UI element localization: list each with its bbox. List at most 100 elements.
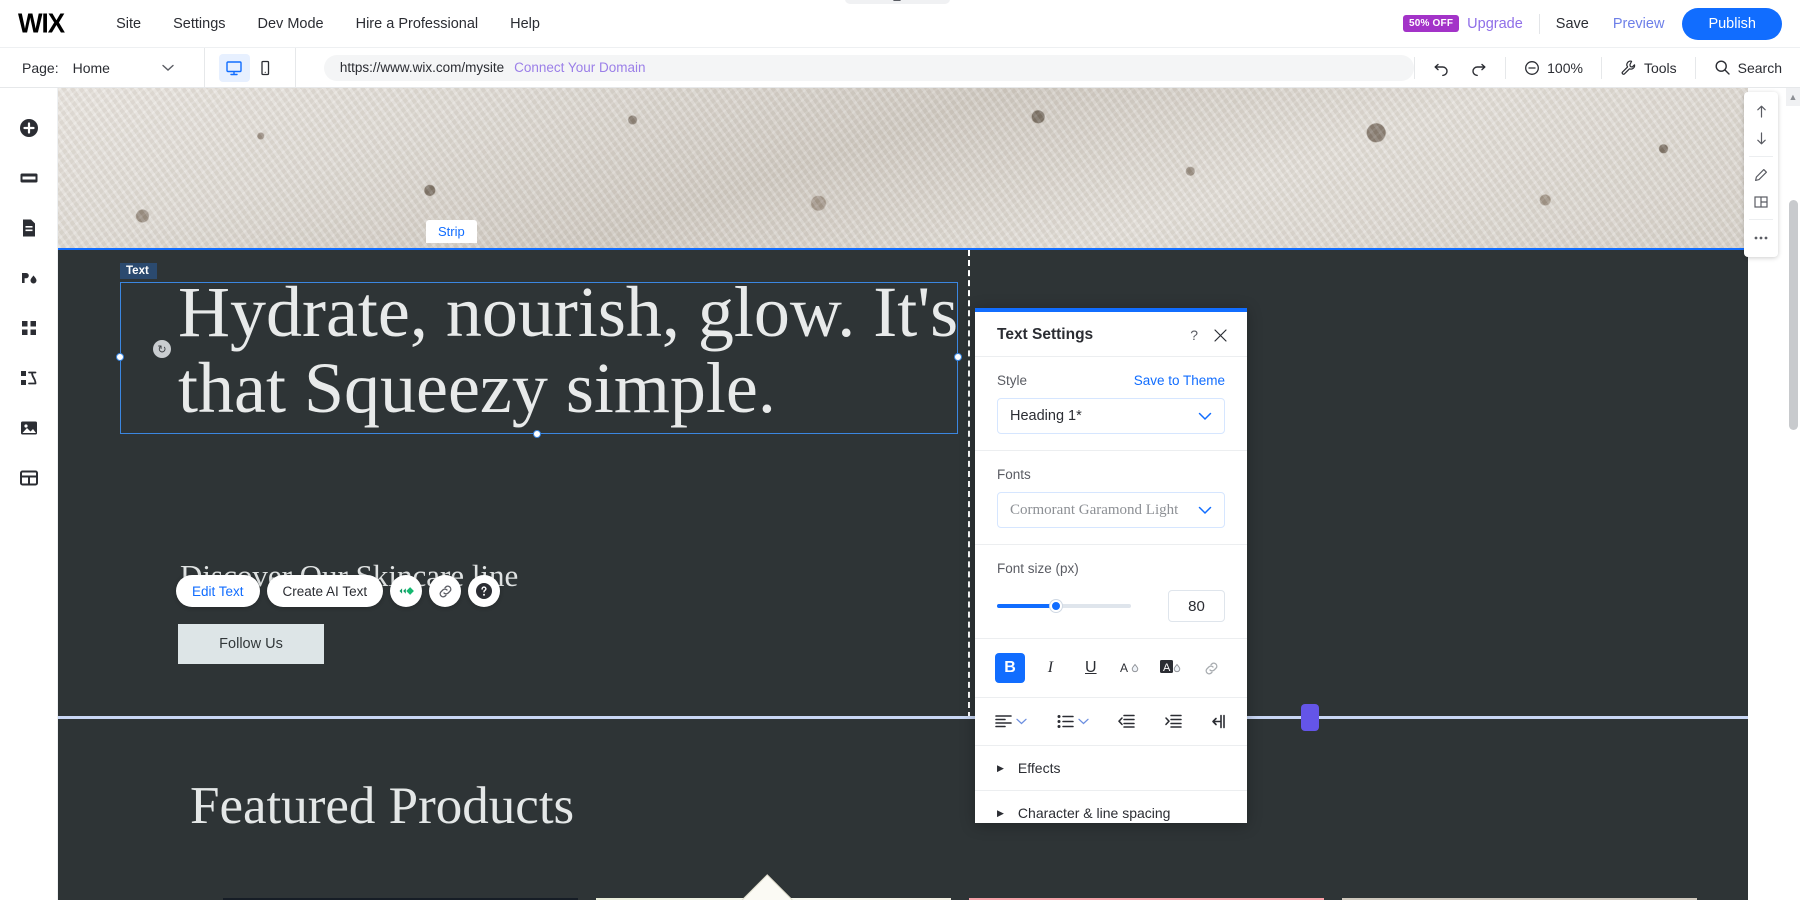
link-button[interactable] <box>429 575 461 607</box>
spacing-accordion[interactable]: ▶ Character & line spacing <box>975 791 1247 823</box>
left-sidebar <box>0 88 58 900</box>
mobile-view-button[interactable] <box>250 54 281 82</box>
search-icon <box>1714 59 1731 76</box>
tools-label: Tools <box>1644 60 1677 76</box>
decrease-indent-button[interactable] <box>1118 714 1135 729</box>
chevron-down-icon[interactable] <box>162 64 174 72</box>
save-button[interactable]: Save <box>1556 16 1589 32</box>
create-ai-text-button[interactable]: Create AI Text <box>267 575 384 607</box>
hero-background-image[interactable] <box>58 88 1748 248</box>
add-link-button[interactable] <box>1197 653 1227 683</box>
sidebar-item-media[interactable] <box>7 406 51 450</box>
style-section: Style Save to Theme Heading 1* <box>975 357 1247 451</box>
increase-indent-button[interactable] <box>1165 714 1182 729</box>
plus-circle-icon <box>17 116 41 140</box>
bold-button[interactable]: B <box>995 653 1025 683</box>
resize-handle-right[interactable] <box>954 353 962 361</box>
redo-button[interactable] <box>1451 48 1505 88</box>
editor-toolbar-right: 100% Tools Search <box>1414 48 1800 88</box>
panel-header: Text Settings ? <box>975 312 1247 357</box>
search-label: Search <box>1738 60 1782 76</box>
follow-us-button[interactable]: Follow Us <box>178 624 324 664</box>
text-color-button[interactable]: A <box>1116 653 1146 683</box>
text-align-button[interactable] <box>995 714 1027 729</box>
site-url-bar[interactable]: https://www.wix.com/mysite Connect Your … <box>324 55 1414 81</box>
canvas-scrollbar[interactable] <box>1789 200 1798 430</box>
font-family-select[interactable]: Cormorant Garamond Light <box>997 492 1225 528</box>
sidebar-item-pages[interactable] <box>7 206 51 250</box>
list-style-button[interactable] <box>1057 714 1089 729</box>
sidebar-item-app-market[interactable] <box>7 306 51 350</box>
menu-item-help[interactable]: Help <box>494 0 556 48</box>
sidebar-item-content-manager[interactable] <box>7 456 51 500</box>
spacing-label: Character & line spacing <box>1018 805 1171 821</box>
menu-item-settings[interactable]: Settings <box>157 0 241 48</box>
strip-resize-handle[interactable] <box>1301 704 1319 731</box>
edit-text-button[interactable]: Edit Text <box>176 575 260 607</box>
effects-accordion[interactable]: ▶ Effects <box>975 746 1247 791</box>
slider-knob[interactable] <box>1050 600 1062 612</box>
menu-item-dev-mode[interactable]: Dev Mode <box>242 0 340 48</box>
font-size-slider[interactable] <box>997 604 1131 608</box>
paint-drop-icon <box>17 266 41 290</box>
font-size-section: Font size (px) 80 <box>975 545 1247 639</box>
editor-canvas[interactable]: Strip ↻ Hydrate, nourish, glow. It's tha… <box>58 88 1800 900</box>
table-icon <box>17 466 41 490</box>
scroll-up-cap[interactable]: ▲ <box>1786 88 1800 106</box>
help-button[interactable] <box>468 575 500 607</box>
section-more-button[interactable] <box>1744 224 1778 251</box>
page-icon <box>17 216 41 240</box>
desktop-view-button[interactable] <box>219 54 250 82</box>
menu-item-site[interactable]: Site <box>100 0 157 48</box>
search-button[interactable]: Search <box>1696 48 1800 88</box>
bullet-list-icon <box>1057 714 1074 729</box>
stage-side-toolbar <box>1744 92 1778 257</box>
chevron-down-icon <box>1198 506 1212 515</box>
menu-item-hire-a-professional[interactable]: Hire a Professional <box>340 0 495 48</box>
font-size-input[interactable]: 80 <box>1168 590 1225 622</box>
sidebar-item-add-elements[interactable] <box>7 106 51 150</box>
top-bar-actions: 50% OFF Upgrade Save Preview Publish <box>1403 8 1800 40</box>
sidebar-item-add-section[interactable] <box>7 156 51 200</box>
featured-products-title: Featured Products <box>190 776 574 836</box>
upgrade-link[interactable]: Upgrade <box>1467 16 1523 32</box>
tools-button[interactable]: Tools <box>1602 48 1695 88</box>
grid-apps-icon <box>17 316 41 340</box>
animation-icon <box>396 583 416 599</box>
sidebar-item-my-business[interactable] <box>7 356 51 400</box>
text-highlight-button[interactable]: A <box>1157 653 1187 683</box>
arrow-up-icon <box>1754 104 1769 119</box>
resize-handle-left[interactable] <box>116 353 124 361</box>
site-url-text: https://www.wix.com/mysite <box>340 60 504 75</box>
publish-button[interactable]: Publish <box>1682 8 1782 40</box>
svg-text:A: A <box>1163 662 1171 674</box>
underline-button[interactable]: U <box>1076 653 1106 683</box>
sidebar-item-site-design[interactable] <box>7 256 51 300</box>
zoom-control[interactable]: 100% <box>1506 48 1601 88</box>
connect-domain-link[interactable]: Connect Your Domain <box>514 60 645 75</box>
divider <box>295 48 296 88</box>
question-mark-icon[interactable]: ? <box>1190 327 1198 343</box>
effects-label: Effects <box>1018 760 1061 776</box>
rotate-handle-icon[interactable]: ↻ <box>153 340 171 358</box>
close-icon[interactable] <box>1214 329 1227 342</box>
edit-section-button[interactable] <box>1744 161 1778 188</box>
style-label: Style <box>997 373 1027 388</box>
layout-split-icon <box>1753 194 1769 210</box>
chevron-down-icon <box>1016 718 1027 725</box>
section-layout-button[interactable] <box>1744 188 1778 215</box>
font-family-value: Cormorant Garamond Light <box>1010 502 1198 519</box>
wix-logo[interactable]: WIX <box>18 7 64 40</box>
text-direction-button[interactable] <box>1211 714 1227 729</box>
move-section-up-button[interactable] <box>1744 98 1778 125</box>
preview-button[interactable]: Preview <box>1613 16 1665 32</box>
help-icon <box>474 581 494 601</box>
selected-text-element[interactable]: Text <box>120 282 958 434</box>
current-page-name[interactable]: Home <box>73 60 110 76</box>
animation-button[interactable] <box>390 575 422 607</box>
move-section-down-button[interactable] <box>1744 125 1778 152</box>
italic-button[interactable]: I <box>1035 653 1065 683</box>
style-select[interactable]: Heading 1* <box>997 398 1225 434</box>
resize-handle-bottom[interactable] <box>533 430 541 438</box>
save-to-theme-link[interactable]: Save to Theme <box>1134 373 1225 388</box>
